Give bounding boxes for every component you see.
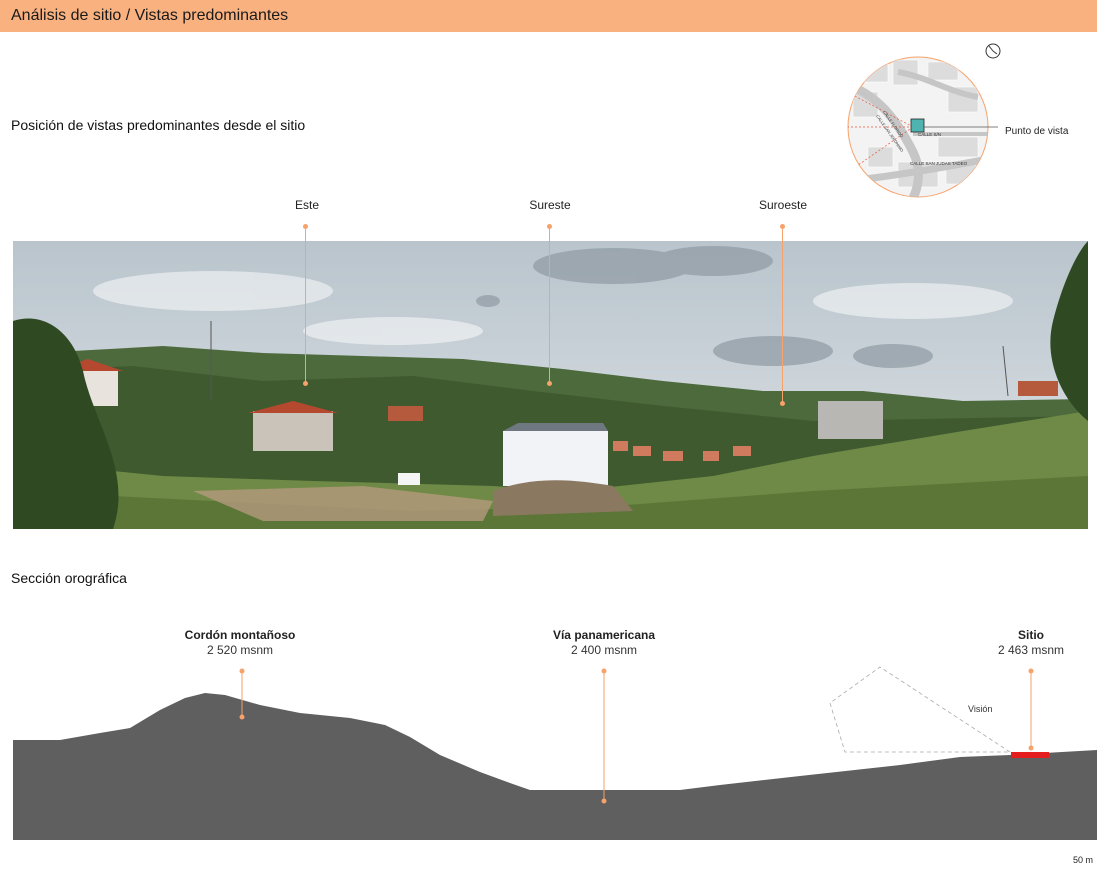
marker-dot	[601, 798, 607, 804]
marker-dot	[1028, 745, 1034, 751]
terrain-section	[13, 666, 1097, 840]
marker-dot	[303, 381, 308, 386]
marker-dot	[239, 714, 245, 720]
marker-line	[305, 226, 306, 383]
marker-line	[549, 226, 550, 383]
marker-line	[782, 226, 783, 403]
views-title: Posición de vistas predominantes desde e…	[11, 117, 306, 133]
map-street-label: CALLE SAN JUDAS TADEO	[910, 161, 968, 166]
view-label-este: Este	[294, 198, 320, 212]
scale-label: 50 m	[1073, 855, 1094, 865]
marker-dot	[547, 381, 552, 386]
header-bar: Análisis de sitio / Vistas predominantes	[0, 0, 1097, 32]
view-label-sureste: Sureste	[529, 198, 571, 212]
marker-dot	[601, 668, 607, 674]
vision-label: Visión	[968, 704, 993, 714]
marker-dot	[780, 401, 785, 406]
map-street-label: CALLE S/N	[918, 132, 941, 137]
site-marker	[1011, 752, 1049, 758]
marker-dot	[1028, 668, 1034, 674]
view-label-suroeste: Suroeste	[758, 198, 808, 212]
site-map: CALLE S/N CALLE SAN JUDAS TADEO CALLE FL…	[847, 56, 998, 198]
page-title: Análisis de sitio / Vistas predominantes	[11, 7, 289, 24]
section-title: Sección orográfica	[11, 570, 127, 586]
viewpoint-label: Punto de vista	[1005, 126, 1069, 137]
terrain-profile	[13, 693, 1097, 840]
marker-dot	[239, 668, 245, 674]
